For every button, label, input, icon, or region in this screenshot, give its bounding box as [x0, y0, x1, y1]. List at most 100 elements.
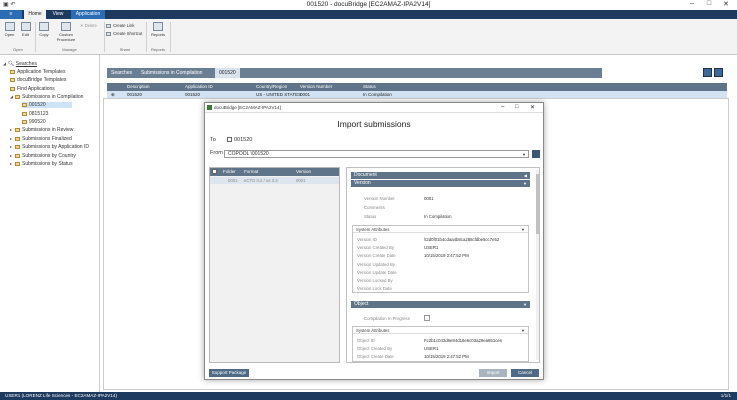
shortcut-icon [106, 31, 111, 36]
object-id-label: Object ID [357, 338, 375, 343]
object-created-by-label: Object Created By [357, 346, 393, 351]
document-section-header[interactable]: Document ◀ [351, 172, 530, 179]
close-icon[interactable]: ✕ [717, 0, 735, 8]
delete-button[interactable]: ✕ Delete [80, 23, 97, 28]
tree-item-submissions-by-status[interactable]: ▸ Submissions by Status [10, 161, 73, 167]
scrollbar-thumb[interactable] [536, 174, 539, 234]
open-button[interactable]: Open [3, 22, 16, 37]
share-group-label: Share [119, 47, 131, 52]
close-icon[interactable]: ✕ [530, 104, 535, 111]
cell-description: 001520 [127, 92, 143, 97]
to-label: To [210, 137, 216, 143]
row-expand-icon[interactable]: ⊕ [111, 91, 115, 98]
tree-root-searches[interactable]: ◢ 🔍︎ Searches [3, 61, 37, 67]
tab-view[interactable]: View [48, 10, 68, 19]
custom-procedure-icon [61, 22, 71, 31]
column-version[interactable]: Version [296, 168, 311, 176]
version-created-by-label: Version Created By [357, 245, 395, 250]
dialog-title-bar: docuBridge [EC2AMAZ-IPA2V14] – □ ✕ [205, 103, 543, 113]
tab-home[interactable]: Home [24, 10, 46, 19]
breadcrumb-submissions-in-compilation[interactable]: Submissions in Compilation [137, 68, 206, 78]
file-tab[interactable]: ≡ [0, 10, 22, 19]
cell-status: In Compilation [363, 92, 392, 97]
import-button[interactable]: Import [479, 369, 507, 377]
grid-view-icon[interactable] [703, 68, 712, 77]
minimize-icon[interactable]: – [501, 104, 504, 110]
maximize-icon[interactable]: □ [700, 0, 718, 7]
create-link-button[interactable]: Create Link [106, 23, 134, 28]
cell-country: US - UNITED STATES [256, 92, 302, 97]
separator [104, 22, 105, 52]
link-icon [106, 23, 111, 28]
column-description[interactable]: Description [127, 83, 150, 91]
tree-item-docubridge-templates[interactable]: docuBridge Templates [10, 77, 66, 83]
breadcrumb: Searches Submissions in Compilation 0015… [107, 68, 602, 78]
tree-item-0815123[interactable]: 0815123 [22, 111, 48, 117]
column-application-id[interactable]: Application ID [185, 83, 213, 91]
column-version-number[interactable]: Version Number [300, 83, 332, 91]
reports-icon [153, 22, 163, 31]
copy-button[interactable]: Copy [37, 22, 51, 37]
star-folder-icon [15, 127, 20, 132]
minimize-icon[interactable]: – [683, 0, 701, 7]
object-create-date-label: Object Create Date [357, 354, 394, 359]
reports-button[interactable]: Reports [150, 22, 166, 37]
column-status[interactable]: Status [363, 83, 376, 91]
create-shortcut-button[interactable]: Create Shortcut [106, 31, 142, 36]
support-package-button[interactable]: Support Package [209, 369, 249, 377]
column-country[interactable]: Country/Region [256, 83, 287, 91]
tree-item-001520[interactable]: 001520 [22, 102, 72, 108]
details-panel: Document ◀ Version ▼ Version Number 0001 C… [346, 167, 540, 363]
chevron-down-icon: ▼ [523, 302, 527, 307]
tree-item-find-applications[interactable]: Find Applications [10, 86, 55, 92]
compilation-in-progress-checkbox[interactable] [424, 315, 430, 321]
folder-icon [10, 86, 15, 91]
open-group-label: Open [13, 47, 23, 52]
version-create-date-label: Version Create Date [357, 253, 396, 258]
breadcrumb-current[interactable]: 001520 [215, 68, 240, 78]
scrollbar[interactable] [536, 170, 539, 360]
tree-item-submissions-by-application-id[interactable]: ▸ Submissions by Application ID [10, 144, 89, 150]
tree-item-label: 0815123 [29, 111, 49, 117]
tree-item-submissions-by-country[interactable]: ▸ Submissions by Country [10, 153, 76, 159]
column-format[interactable]: Format [244, 168, 258, 176]
tree-item-990520[interactable]: 990520 [22, 119, 46, 125]
status-page: 1/1/1 [720, 393, 731, 398]
edit-label: Edit [22, 32, 29, 37]
to-value-text: 001520 [234, 137, 253, 143]
version-updated-by-label: Version Updated By [357, 262, 395, 267]
status-value: In Compilation [424, 214, 452, 219]
system-attributes-header[interactable]: System Attributes ▼ [353, 226, 528, 233]
select-all-checkbox[interactable] [212, 169, 217, 174]
folder-icon [15, 94, 20, 99]
search-icon: 🔍︎ [8, 61, 15, 67]
create-shortcut-label: Create Shortcut [113, 31, 143, 36]
refresh-icon[interactable] [714, 68, 723, 77]
chevron-down-icon: ▼ [521, 328, 525, 333]
row-version: 0001 [296, 178, 306, 183]
version-section-header[interactable]: Version ▼ [351, 180, 530, 187]
from-select[interactable]: COPOOL \001520 ▼ [224, 150, 529, 158]
object-section-header[interactable]: Object ▼ [351, 301, 530, 308]
tree-item-submissions-finalized[interactable]: ▸ Submissions Finalized [10, 136, 72, 142]
submission-list: Folder Format Version 0001 eCTD 3.2 / us… [209, 167, 340, 363]
edit-button[interactable]: Edit [19, 22, 32, 37]
cancel-button[interactable]: Cancel [511, 369, 539, 377]
maximize-icon[interactable]: □ [515, 104, 519, 110]
column-folder[interactable]: Folder [223, 168, 236, 176]
tree-item-submissions-in-compilation[interactable]: ◢ Submissions in Compilation [10, 94, 83, 100]
list-item[interactable]: 0001 eCTD 3.2 / us 3.3 0001 [210, 177, 339, 184]
tree-item-application-templates[interactable]: Application Templates [10, 69, 66, 75]
from-select-value: COPOOL \001520 [228, 151, 269, 157]
tab-application[interactable]: Application [71, 10, 105, 19]
tree-root-label: Searches [15, 61, 37, 67]
object-create-date-value: 10/15/2019 2:47:52 PM [424, 354, 469, 359]
custom-procedure-button[interactable]: Custom Procedure [55, 22, 77, 42]
browse-button[interactable] [532, 150, 540, 158]
table-row[interactable]: ⊕ 001520 001520 US - UNITED STATES 0001 … [107, 91, 727, 98]
breadcrumb-searches[interactable]: Searches [107, 68, 136, 78]
tree-item-submissions-in-review[interactable]: ▸ Submissions in Review [10, 127, 73, 133]
chevron-down-icon: ▼ [521, 227, 525, 232]
folder-icon [22, 111, 27, 116]
system-attributes-header[interactable]: System Attributes ▼ [353, 327, 528, 334]
